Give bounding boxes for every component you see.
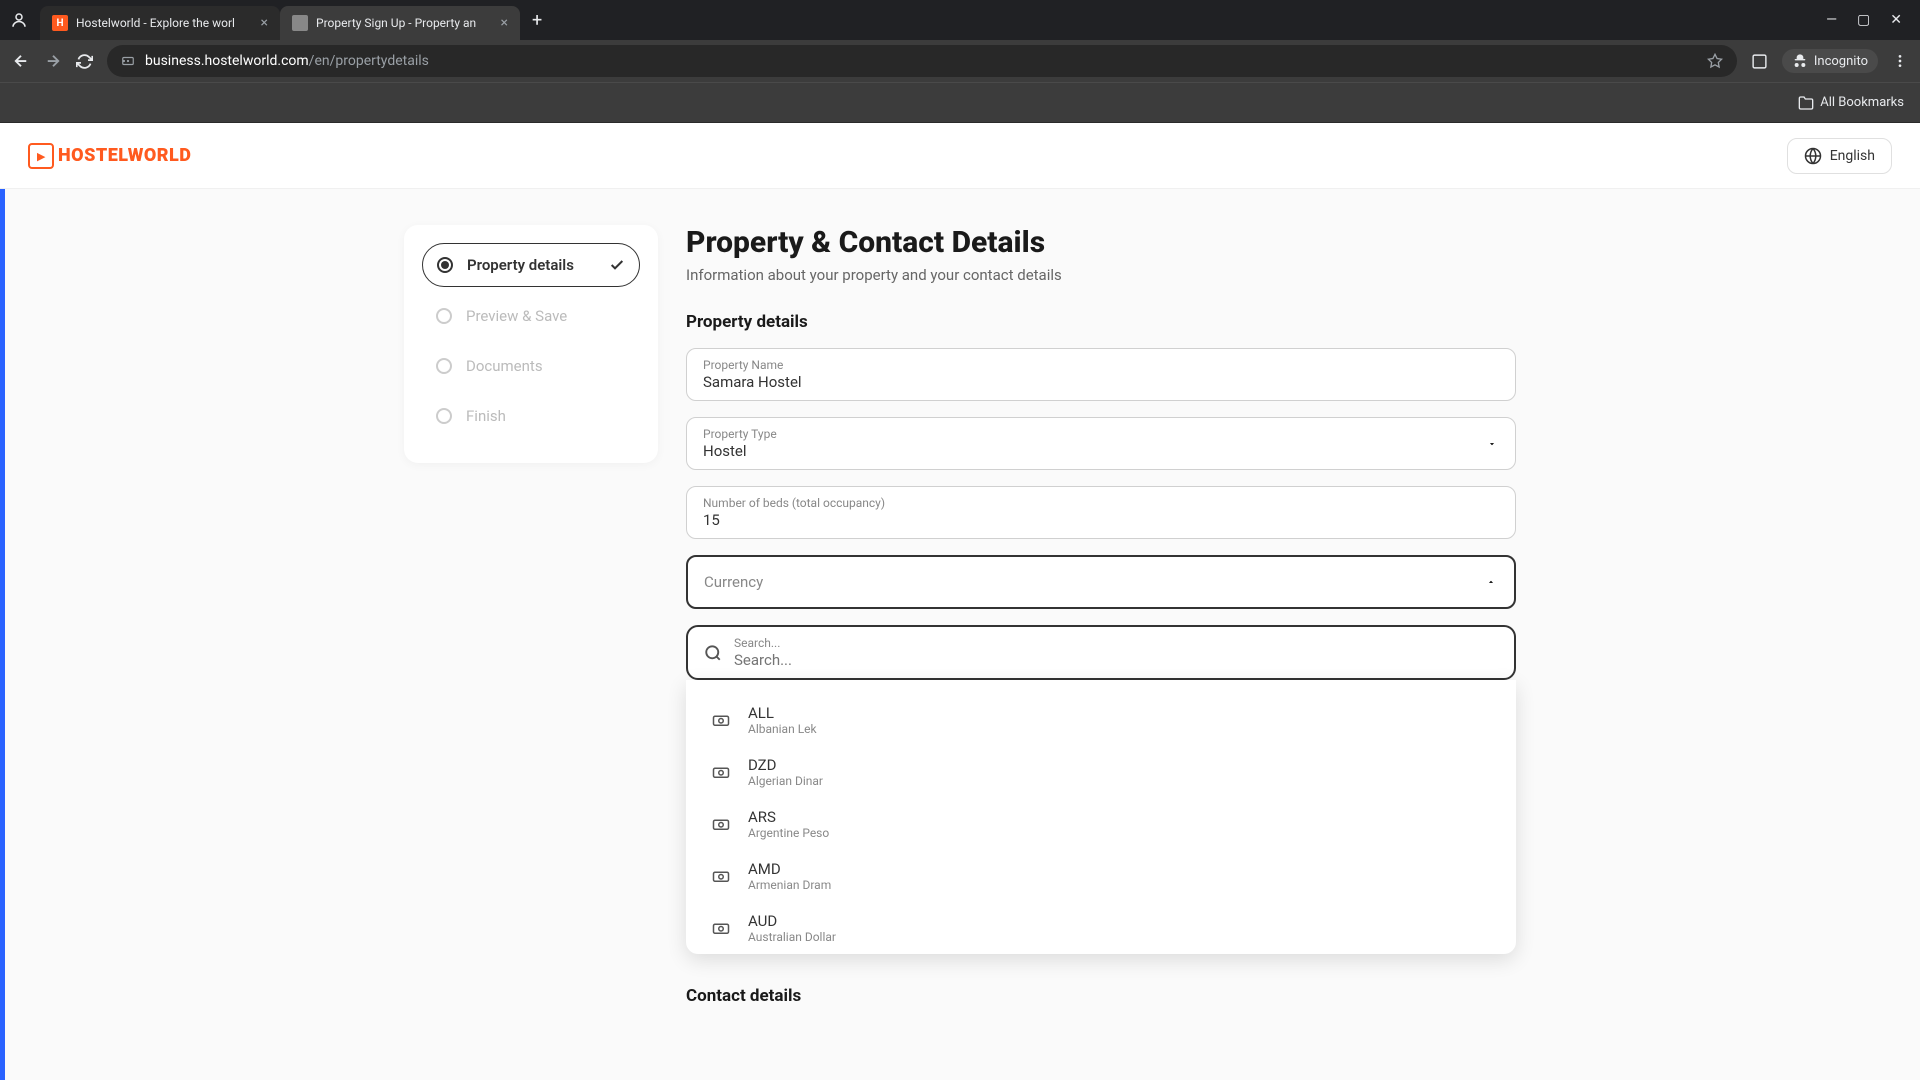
reload-button[interactable]: [76, 53, 93, 70]
url-input[interactable]: business.hostelworld.com/en/propertydeta…: [107, 45, 1737, 77]
url-text: business.hostelworld.com/en/propertydeta…: [145, 53, 1697, 69]
currency-option-dzd[interactable]: DZDAlgerian Dinar: [686, 746, 1516, 798]
search-input[interactable]: [734, 651, 1498, 669]
incognito-label: Incognito: [1814, 54, 1868, 69]
section-contact-details: Contact details: [686, 986, 1516, 1006]
search-icon: [704, 644, 722, 662]
currency-icon: [712, 711, 730, 729]
currency-option-aud[interactable]: AUDAustralian Dollar: [686, 902, 1516, 954]
site-header: ▸ HOSTELWORLD English: [0, 123, 1920, 189]
address-bar: business.hostelworld.com/en/propertydeta…: [0, 40, 1920, 82]
currency-field[interactable]: Currency: [686, 555, 1516, 609]
radio-empty-icon: [436, 358, 452, 374]
property-type-field[interactable]: Property Type Hostel: [686, 417, 1516, 470]
app-body: Property details Preview & Save Document…: [0, 189, 1920, 1080]
option-code: AUD: [748, 912, 836, 930]
field-label: Currency: [704, 573, 1498, 591]
extensions-icon[interactable]: [1751, 53, 1768, 70]
radio-filled-icon: [437, 257, 453, 273]
currency-icon: [712, 763, 730, 781]
main-form: Property & Contact Details Information a…: [686, 225, 1516, 1022]
field-label: Property Type: [703, 427, 1499, 441]
radio-empty-icon: [436, 408, 452, 424]
steps-sidebar: Property details Preview & Save Document…: [404, 225, 658, 463]
tab-favicon-icon: [292, 15, 308, 31]
chevron-down-icon: [1487, 439, 1497, 449]
minimize-icon[interactable]: —: [1826, 12, 1837, 28]
property-name-field[interactable]: Property Name Samara Hostel: [686, 348, 1516, 401]
currency-option-amd[interactable]: AMDArmenian Dram: [686, 850, 1516, 902]
bookmark-star-icon[interactable]: [1707, 53, 1723, 69]
step-finish[interactable]: Finish: [422, 395, 640, 437]
site-info-icon[interactable]: [121, 54, 135, 68]
globe-icon: [1804, 147, 1822, 165]
field-label: Number of beds (total occupancy): [703, 496, 1499, 510]
tab-bar: H Hostelworld - Explore the worl × Prope…: [0, 0, 1920, 40]
currency-icon: [712, 867, 730, 885]
browser-chrome: H Hostelworld - Explore the worl × Prope…: [0, 0, 1920, 123]
page-title: Property & Contact Details: [686, 225, 1516, 260]
chevron-up-icon: [1486, 577, 1496, 587]
window-controls: — ▢ ✕: [1826, 12, 1910, 28]
option-name: Argentine Peso: [748, 826, 829, 840]
menu-icon[interactable]: [1892, 53, 1908, 69]
page-content: ▸ HOSTELWORLD English Property details: [0, 123, 1920, 1080]
search-label: Search...: [734, 636, 1498, 650]
section-property-details: Property details: [686, 312, 1516, 332]
incognito-badge[interactable]: Incognito: [1782, 49, 1878, 73]
step-label: Preview & Save: [466, 307, 626, 325]
field-value: 15: [703, 511, 1499, 529]
bookmarks-bar: All Bookmarks: [0, 82, 1920, 122]
option-code: ARS: [748, 808, 829, 826]
currency-icon: [712, 919, 730, 937]
field-value: Hostel: [703, 442, 1499, 460]
logo-text: HOSTELWORLD: [58, 145, 191, 166]
currency-search-box[interactable]: Search...: [686, 625, 1516, 680]
maximize-icon[interactable]: ▢: [1857, 12, 1870, 28]
logo-icon: ▸: [28, 143, 54, 169]
tab-favicon-icon: H: [52, 15, 68, 31]
currency-option-all[interactable]: ALLAlbanian Lek: [686, 694, 1516, 746]
step-property-details[interactable]: Property details: [422, 243, 640, 287]
step-label: Finish: [466, 407, 626, 425]
option-code: DZD: [748, 756, 823, 774]
field-value: Samara Hostel: [703, 373, 1499, 391]
folder-icon: [1798, 95, 1814, 111]
option-name: Armenian Dram: [748, 878, 831, 892]
currency-dropdown: ALLAlbanian Lek DZDAlgerian Dinar ARSArg…: [686, 680, 1516, 954]
step-label: Documents: [466, 357, 626, 375]
currency-icon: [712, 815, 730, 833]
hostelworld-logo[interactable]: ▸ HOSTELWORLD: [28, 143, 191, 169]
profile-icon[interactable]: [10, 11, 28, 29]
radio-empty-icon: [436, 308, 452, 324]
page-subtitle: Information about your property and your…: [686, 266, 1516, 284]
close-icon[interactable]: ×: [261, 15, 268, 31]
tab-hostelworld[interactable]: H Hostelworld - Explore the worl ×: [40, 6, 280, 40]
tab-title: Property Sign Up - Property an: [316, 16, 493, 30]
step-label: Property details: [467, 256, 595, 274]
step-documents[interactable]: Documents: [422, 345, 640, 387]
field-label: Property Name: [703, 358, 1499, 372]
option-code: ALL: [748, 704, 817, 722]
check-icon: [609, 257, 625, 273]
tab-property-signup[interactable]: Property Sign Up - Property an ×: [280, 6, 520, 40]
new-tab-button[interactable]: +: [520, 10, 554, 31]
option-code: AMD: [748, 860, 831, 878]
option-name: Australian Dollar: [748, 930, 836, 944]
close-icon[interactable]: ×: [501, 15, 508, 31]
all-bookmarks-button[interactable]: All Bookmarks: [1798, 95, 1904, 111]
tab-title: Hostelworld - Explore the worl: [76, 16, 253, 30]
forward-button[interactable]: [44, 52, 62, 70]
option-name: Albanian Lek: [748, 722, 817, 736]
beds-field[interactable]: Number of beds (total occupancy) 15: [686, 486, 1516, 539]
progress-edge: [0, 189, 5, 1080]
option-name: Algerian Dinar: [748, 774, 823, 788]
currency-option-ars[interactable]: ARSArgentine Peso: [686, 798, 1516, 850]
back-button[interactable]: [12, 52, 30, 70]
close-window-icon[interactable]: ✕: [1890, 12, 1902, 28]
incognito-icon: [1792, 53, 1808, 69]
step-preview-save[interactable]: Preview & Save: [422, 295, 640, 337]
language-button[interactable]: English: [1787, 138, 1892, 174]
